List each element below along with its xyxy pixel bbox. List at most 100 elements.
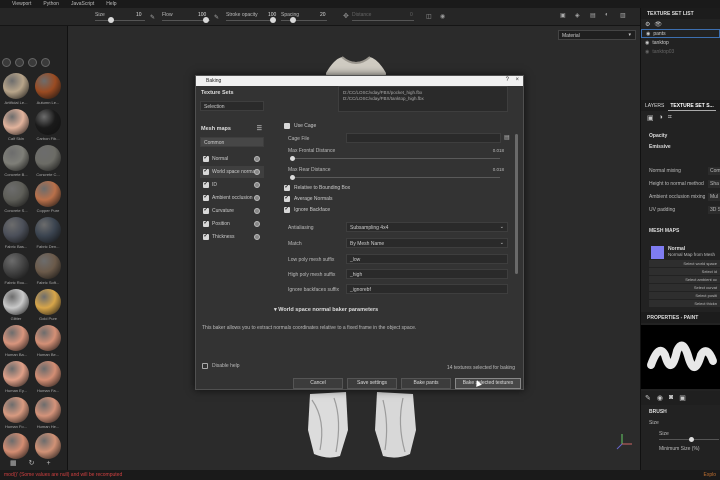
tab-layers[interactable]: LAYERS: [641, 100, 668, 111]
select-mesh-map-button[interactable]: Select curvat: [649, 284, 720, 291]
antialiasing-select[interactable]: Subsampling 4x4 ⌄: [346, 222, 508, 232]
menu-viewport[interactable]: Viewport: [12, 1, 31, 7]
crop-icon[interactable]: ⌗: [668, 114, 672, 122]
mesh-map-item[interactable]: Normal: [200, 153, 264, 165]
max-rear-knob[interactable]: [290, 175, 295, 180]
use-cage-checkbox[interactable]: [284, 123, 290, 129]
material-thumbnail[interactable]: Fabric Rou...: [3, 253, 29, 285]
texture-set-item[interactable]: ◉ pants: [641, 29, 720, 38]
visibility-icon[interactable]: ◉: [646, 31, 650, 37]
close-button[interactable]: ×: [515, 77, 519, 83]
common-button[interactable]: Common: [200, 137, 264, 147]
help-button[interactable]: ?: [506, 77, 509, 83]
material-thumbnail[interactable]: Autumn Le...: [35, 73, 61, 105]
menu-python[interactable]: Python: [43, 1, 59, 7]
relative-bbox-row[interactable]: Relative to Bounding Box: [284, 184, 350, 191]
material-thumbnail[interactable]: Human Be...: [35, 325, 61, 357]
param-select[interactable]: 3D S: [708, 205, 720, 214]
filter-brushes-icon[interactable]: [28, 57, 37, 67]
spacing-slider[interactable]: [281, 20, 327, 21]
selection-button[interactable]: Selection: [200, 101, 264, 111]
lazy-mouse-icon[interactable]: ✥: [343, 12, 349, 20]
max-frontal-value[interactable]: 0.018: [493, 148, 504, 153]
disable-help-checkbox[interactable]: [202, 363, 208, 369]
size-slider[interactable]: [95, 20, 145, 21]
select-mesh-map-button[interactable]: Select positi: [649, 292, 720, 299]
camera-settings-icon[interactable]: ▥: [620, 12, 626, 19]
save-settings-button[interactable]: Save settings: [347, 378, 397, 389]
relative-bbox-checkbox[interactable]: [284, 184, 290, 191]
high-poly-mesh-list[interactable]: D:/CC/LOSC/vday/FBX/pocket_high.fbx D:/C…: [338, 86, 508, 112]
mesh-map-checkbox[interactable]: [203, 155, 209, 162]
ignore-backface-row[interactable]: Ignore Backface: [284, 206, 330, 213]
mesh-map-item[interactable]: ID: [200, 179, 264, 191]
material-thumbnail[interactable]: Human Ba...: [3, 325, 29, 357]
mesh-map-item[interactable]: Thickness: [200, 231, 264, 243]
material-thumbnail[interactable]: Human Ey...: [3, 361, 29, 393]
material-icon[interactable]: ◉: [657, 394, 663, 402]
distance-slider[interactable]: [352, 20, 414, 21]
gear-icon[interactable]: [254, 182, 260, 188]
gear-icon[interactable]: [254, 169, 260, 175]
gear-icon[interactable]: [254, 234, 260, 240]
bake-pants-button[interactable]: Bake pants: [401, 378, 451, 389]
brush-size-slider[interactable]: [641, 437, 720, 443]
status-right-text[interactable]: Explo: [703, 472, 716, 478]
section-header[interactable]: ▾ World space normal baker parameters: [274, 307, 378, 313]
material-thumbnail[interactable]: Artificial Le...: [3, 73, 29, 105]
filter-materials-icon[interactable]: [2, 57, 11, 67]
max-frontal-knob[interactable]: [290, 156, 295, 161]
menu-help[interactable]: Help: [106, 1, 116, 7]
symmetry-icon[interactable]: ◫: [426, 13, 432, 20]
tab-texture-set-settings[interactable]: TEXTURE SET S...: [668, 100, 716, 111]
texture-set-item[interactable]: ◉ tanktop: [641, 38, 720, 47]
render-icon[interactable]: ◈: [575, 12, 580, 19]
pen-pressure-icon[interactable]: ✎: [150, 14, 155, 21]
grid-view-icon[interactable]: ▦: [10, 459, 17, 467]
material-thumbnail[interactable]: Fabric Soft...: [35, 253, 61, 285]
visibility-icon[interactable]: ◉: [645, 49, 649, 55]
select-mesh-map-button[interactable]: Select ambient oc: [649, 276, 720, 283]
eye-icon[interactable]: 👁: [654, 21, 662, 28]
mesh-map-item[interactable]: Ambient occlusion: [200, 192, 264, 204]
settings-icon[interactable]: ⚙: [645, 21, 650, 28]
flow-slider-knob[interactable]: [203, 17, 209, 23]
param-select[interactable]: Mul: [708, 192, 720, 201]
spacing-knob[interactable]: [290, 17, 296, 23]
list-options-icon[interactable]: ☰: [257, 125, 262, 132]
material-thumbnail[interactable]: Human Fo...: [3, 397, 29, 429]
menu-javascript[interactable]: JavaScript: [71, 1, 94, 7]
material-thumbnail[interactable]: Human He...: [35, 397, 61, 429]
mesh-map-checkbox[interactable]: [203, 194, 209, 201]
add-channel-icon[interactable]: ▣: [647, 114, 654, 122]
viewport-shading-select[interactable]: Material ▾: [558, 30, 636, 40]
filter-grid-icon[interactable]: [41, 57, 50, 67]
screenshot-icon[interactable]: ▣: [560, 12, 566, 19]
material-thumbnail[interactable]: [35, 433, 61, 460]
sphere-icon[interactable]: ◑: [659, 114, 663, 122]
average-normals-row[interactable]: Average Normals: [284, 195, 333, 202]
cancel-button[interactable]: Cancel: [293, 378, 343, 389]
material-thumbnail[interactable]: Fabric Bas...: [3, 217, 29, 249]
shader-settings-icon[interactable]: ◐: [605, 12, 609, 18]
cage-file-input[interactable]: [346, 133, 501, 143]
material-thumbnail[interactable]: Concrete B...: [3, 145, 29, 177]
use-cage-row[interactable]: Use Cage: [284, 123, 316, 129]
texture-set-item[interactable]: ◉ tanktop03: [641, 47, 720, 56]
max-rear-slider[interactable]: [290, 177, 500, 178]
size-slider-knob[interactable]: [108, 17, 114, 23]
stencil-icon[interactable]: ▣: [679, 394, 686, 402]
gear-icon[interactable]: [254, 208, 260, 214]
refresh-icon[interactable]: ↻: [29, 459, 35, 467]
material-thumbnail[interactable]: Calf Skin: [3, 109, 29, 141]
material-thumbnail[interactable]: Concrete S...: [3, 181, 29, 213]
material-thumbnail[interactable]: Concrete C...: [35, 145, 61, 177]
mesh-map-checkbox[interactable]: [203, 168, 209, 175]
stroke-opacity-slider[interactable]: [226, 20, 274, 21]
display-settings-icon[interactable]: ▤: [590, 12, 596, 19]
bake-selected-textures-button[interactable]: Bake selected textures: [455, 378, 521, 389]
material-thumbnail[interactable]: Glitter: [3, 289, 29, 321]
size-value[interactable]: 10: [136, 12, 142, 18]
visibility-icon[interactable]: ◉: [645, 40, 649, 46]
gear-icon[interactable]: [254, 195, 260, 201]
